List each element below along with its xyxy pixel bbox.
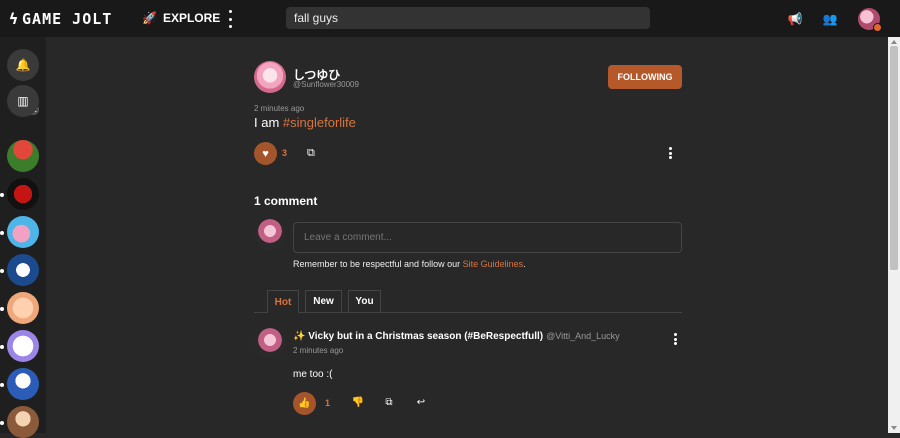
thumb-up-icon: 👍: [298, 398, 311, 409]
game-icon[interactable]: [7, 330, 39, 362]
tab-hot[interactable]: Hot: [267, 290, 299, 313]
friends-icon[interactable]: 👥: [822, 11, 838, 27]
heart-icon: ♥: [262, 147, 269, 160]
current-user-avatar: [255, 219, 285, 249]
comment-author-avatar[interactable]: [255, 328, 285, 358]
megaphone-icon[interactable]: 📢: [787, 11, 803, 27]
comment-sort-tabs: Hot New You: [254, 290, 682, 313]
bell-icon: 🔔: [15, 58, 31, 72]
like-count[interactable]: 3: [282, 148, 287, 158]
library-icon: ▥: [17, 94, 29, 108]
comment-author-name[interactable]: Vicky but in a Christmas season (#BeResp…: [308, 331, 543, 342]
post-text-body: I am: [254, 115, 283, 130]
thumb-down-icon[interactable]: 👎: [351, 396, 365, 410]
explore-label: EXPLORE: [162, 11, 221, 25]
unread-dot: [0, 383, 4, 387]
more-menu-icon[interactable]: [224, 10, 236, 28]
comments-title: 1 comment: [254, 194, 318, 208]
activity-button[interactable]: 🔔: [7, 49, 39, 81]
unread-dot: [0, 345, 4, 349]
game-icon[interactable]: [7, 292, 39, 324]
comment-time: 2 minutes ago: [293, 346, 344, 355]
search-input[interactable]: [286, 7, 650, 29]
guidelines-end: .: [523, 259, 526, 269]
game-icon[interactable]: [7, 178, 39, 210]
comment-like-count[interactable]: 1: [325, 398, 330, 408]
game-jolt-logo[interactable]: ϟ GAME JOLT: [9, 10, 112, 28]
notification-dot: [873, 23, 882, 32]
like-button[interactable]: ♥: [254, 142, 277, 165]
post-author-handle[interactable]: @Sunflower30009: [293, 80, 359, 89]
unread-dot: [0, 193, 4, 197]
share-icon[interactable]: ⧉: [307, 147, 320, 160]
unread-dot: [0, 269, 4, 273]
scroll-up-arrow[interactable]: [891, 40, 897, 44]
post-author-avatar[interactable]: [254, 61, 286, 93]
comment-author-handle[interactable]: @Vitti_And_Lucky: [546, 331, 620, 341]
post-time: 2 minutes ago: [254, 104, 305, 113]
bolt-icon: ϟ: [9, 10, 20, 28]
comment-more-icon[interactable]: [672, 333, 678, 345]
sparkle-icon: ✨: [293, 331, 306, 342]
site-guidelines-link[interactable]: Site Guidelines: [463, 259, 524, 269]
guidelines-text: Remember to be respectful and follow our: [293, 259, 463, 269]
tab-you[interactable]: You: [348, 290, 381, 312]
comment-input[interactable]: [293, 222, 682, 253]
comment-like-button[interactable]: 👍: [293, 392, 316, 415]
game-icon[interactable]: [7, 368, 39, 400]
scrollbar-thumb[interactable]: [890, 46, 898, 270]
rocket-icon: 🚀: [142, 11, 157, 25]
following-button[interactable]: FOLLOWING: [608, 65, 682, 89]
game-icon[interactable]: [7, 140, 39, 172]
hashtag-link[interactable]: #singleforlife: [283, 115, 356, 130]
game-icon[interactable]: [7, 406, 39, 438]
post-text: I am #singleforlife: [254, 115, 356, 130]
unread-dot: [0, 231, 4, 235]
game-icon[interactable]: [7, 216, 39, 248]
unread-dot: [0, 307, 4, 311]
unread-dot: [0, 421, 4, 425]
user-avatar[interactable]: [858, 8, 882, 32]
scroll-down-arrow[interactable]: [891, 426, 897, 430]
share-icon[interactable]: ⧉: [382, 396, 396, 410]
library-button[interactable]: ▥: [7, 85, 39, 117]
explore-link[interactable]: 🚀 EXPLORE: [142, 11, 220, 25]
game-icon[interactable]: [7, 254, 39, 286]
logo-text: GAME JOLT: [22, 10, 113, 28]
comment-text: me too :(: [293, 369, 333, 380]
tab-new[interactable]: New: [305, 290, 342, 312]
comment-header: ✨ Vicky but in a Christmas season (#BeRe…: [293, 331, 620, 342]
reply-icon[interactable]: ↩: [414, 396, 428, 410]
left-sidebar: 🔔 11 ▥: [0, 37, 46, 438]
post-more-icon[interactable]: [667, 147, 673, 159]
top-bar: ϟGAME JOLT 🚀 EXPLORE 📢 👥: [0, 0, 900, 37]
guidelines-notice: Remember to be respectful and follow our…: [293, 259, 526, 269]
